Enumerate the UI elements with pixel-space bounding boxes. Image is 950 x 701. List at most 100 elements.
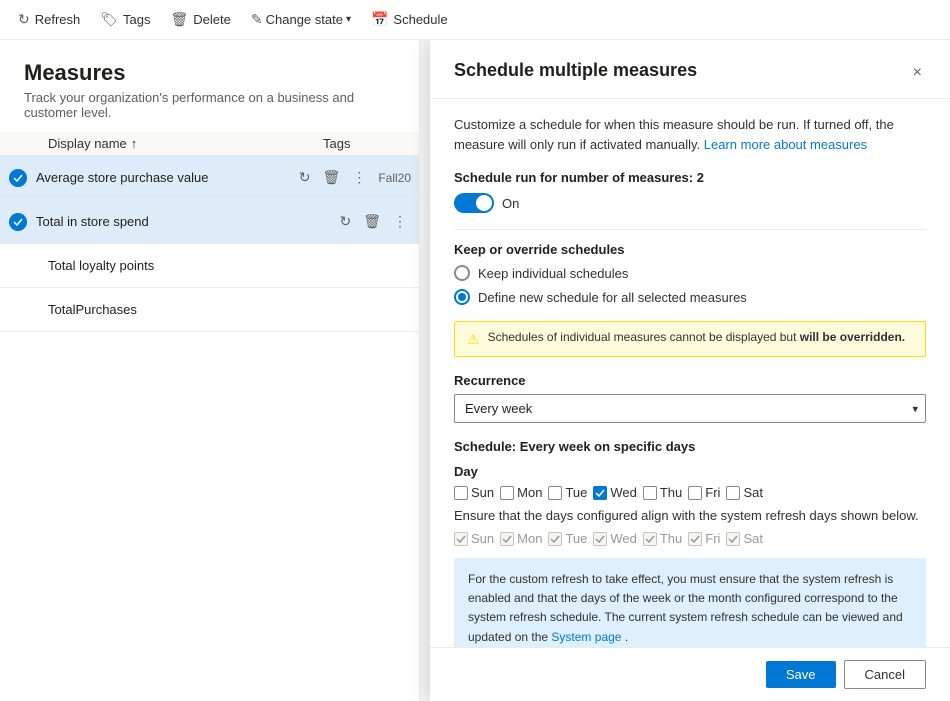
tags-button[interactable]: 🏷 Tags xyxy=(90,7,160,32)
schedule-run-label: Schedule run for number of measures: 2 xyxy=(454,170,926,185)
sys-day-tue: Tue xyxy=(548,531,587,546)
sys-checkmark-tue-icon xyxy=(550,534,560,544)
dialog-footer: Save Cancel xyxy=(430,647,950,701)
day-wed-label: Wed xyxy=(610,485,637,500)
main-area: Measures Track your organization's perfo… xyxy=(0,40,950,701)
section-divider xyxy=(454,229,926,230)
sys-day-sat: Sat xyxy=(726,531,763,546)
sys-checkmark-thu-icon xyxy=(645,534,655,544)
day-sun-checkbox[interactable] xyxy=(454,486,468,500)
sys-day-wed-label: Wed xyxy=(610,531,637,546)
day-tue-checkbox[interactable] xyxy=(548,486,562,500)
sys-day-fri-checkbox xyxy=(688,532,702,546)
dialog-body: Customize a schedule for when this measu… xyxy=(430,99,950,647)
sys-day-sun: Sun xyxy=(454,531,494,546)
dialog-title: Schedule multiple measures xyxy=(454,60,697,81)
day-thu-label: Thu xyxy=(660,485,682,500)
keep-override-label: Keep or override schedules xyxy=(454,242,926,257)
schedule-dialog: Schedule multiple measures × Customize a… xyxy=(430,40,950,701)
schedule-icon: 📅 xyxy=(371,11,388,28)
sys-checkmark-fri-icon xyxy=(690,534,700,544)
sys-day-sun-checkbox xyxy=(454,532,468,546)
day-sat-checkbox[interactable] xyxy=(726,486,740,500)
sys-day-mon: Mon xyxy=(500,531,542,546)
sys-checkmark-wed-icon xyxy=(595,534,605,544)
radio-keep[interactable]: Keep individual schedules xyxy=(454,265,926,281)
day-sun: Sun xyxy=(454,485,494,500)
day-fri-label: Fri xyxy=(705,485,720,500)
change-state-button[interactable]: ✎ Change state ▾ xyxy=(241,7,361,32)
sys-day-thu-checkbox xyxy=(643,532,657,546)
sys-day-wed-checkbox xyxy=(593,532,607,546)
sys-day-thu: Thu xyxy=(643,531,682,546)
day-thu: Thu xyxy=(643,485,682,500)
warning-text: Schedules of individual measures cannot … xyxy=(488,330,906,344)
tags-icon: 🏷 xyxy=(100,11,118,28)
radio-define-label: Define new schedule for all selected mea… xyxy=(478,290,747,305)
day-tue: Tue xyxy=(548,485,587,500)
toolbar: ↻ Refresh 🏷 Tags 🗑 Delete ✎ Change state… xyxy=(0,0,950,40)
info-box: For the custom refresh to take effect, y… xyxy=(454,558,926,647)
change-state-caret-icon: ▾ xyxy=(346,14,351,25)
day-fri-checkbox[interactable] xyxy=(688,486,702,500)
sys-checkmark-mon-icon xyxy=(502,534,512,544)
tags-label: Tags xyxy=(123,12,150,27)
sys-day-fri: Fri xyxy=(688,531,720,546)
day-wed-checkbox[interactable] xyxy=(593,486,607,500)
warning-icon: ⚠ xyxy=(467,331,480,348)
change-state-icon: ✎ xyxy=(251,11,263,28)
toggle-on-label: On xyxy=(502,196,519,211)
radio-define[interactable]: Define new schedule for all selected mea… xyxy=(454,289,926,305)
day-sat: Sat xyxy=(726,485,763,500)
sys-checkmark-sat-icon xyxy=(728,534,738,544)
day-mon: Mon xyxy=(500,485,542,500)
close-button[interactable]: × xyxy=(909,60,926,86)
sys-day-sun-label: Sun xyxy=(471,531,494,546)
learn-more-link[interactable]: Learn more about measures xyxy=(704,137,867,152)
recurrence-select-wrapper: Every week Every day Every month ▾ xyxy=(454,394,926,423)
toggle-thumb xyxy=(476,195,492,211)
sys-day-mon-label: Mon xyxy=(517,531,542,546)
day-thu-checkbox[interactable] xyxy=(643,486,657,500)
day-mon-checkbox[interactable] xyxy=(500,486,514,500)
schedule-subtitle: Schedule: Every week on specific days xyxy=(454,439,926,454)
dialog-header: Schedule multiple measures × xyxy=(430,40,950,99)
day-wed: Wed xyxy=(593,485,637,500)
toggle-row: On xyxy=(454,193,926,213)
recurrence-select[interactable]: Every week Every day Every month xyxy=(454,394,926,423)
save-button[interactable]: Save xyxy=(766,661,836,688)
radio-define-inner xyxy=(458,293,466,301)
sys-day-thu-label: Thu xyxy=(660,531,682,546)
info-text-1: For the custom refresh to take effect, y… xyxy=(468,572,903,644)
refresh-button[interactable]: ↻ Refresh xyxy=(8,7,90,32)
sys-day-sat-checkbox xyxy=(726,532,740,546)
warning-box: ⚠ Schedules of individual measures canno… xyxy=(454,321,926,357)
schedule-toggle[interactable] xyxy=(454,193,494,213)
day-row: Sun Mon Tue xyxy=(454,485,926,500)
day-label: Day xyxy=(454,464,926,479)
schedule-button[interactable]: 📅 Schedule xyxy=(361,7,458,32)
day-fri: Fri xyxy=(688,485,720,500)
day-sat-label: Sat xyxy=(743,485,763,500)
dialog-overlay: Schedule multiple measures × Customize a… xyxy=(0,40,950,701)
recurrence-label: Recurrence xyxy=(454,373,926,388)
refresh-icon: ↻ xyxy=(18,11,30,28)
dialog-description: Customize a schedule for when this measu… xyxy=(454,115,926,154)
radio-define-indicator xyxy=(454,289,470,305)
radio-group: Keep individual schedules Define new sch… xyxy=(454,265,926,305)
sys-day-sat-label: Sat xyxy=(743,531,763,546)
sys-checkmark-sun-icon xyxy=(456,534,466,544)
sys-day-wed: Wed xyxy=(593,531,637,546)
day-tue-label: Tue xyxy=(565,485,587,500)
day-sun-label: Sun xyxy=(471,485,494,500)
radio-keep-indicator xyxy=(454,265,470,281)
radio-keep-label: Keep individual schedules xyxy=(478,266,628,281)
info-text-2: . xyxy=(625,630,628,644)
cancel-button[interactable]: Cancel xyxy=(844,660,926,689)
delete-label: Delete xyxy=(193,12,231,27)
sys-day-tue-checkbox xyxy=(548,532,562,546)
system-page-link[interactable]: System page xyxy=(551,630,621,644)
day-mon-label: Mon xyxy=(517,485,542,500)
system-day-row: Sun Mon Tue xyxy=(454,531,926,546)
delete-button[interactable]: 🗑 Delete xyxy=(161,7,241,32)
